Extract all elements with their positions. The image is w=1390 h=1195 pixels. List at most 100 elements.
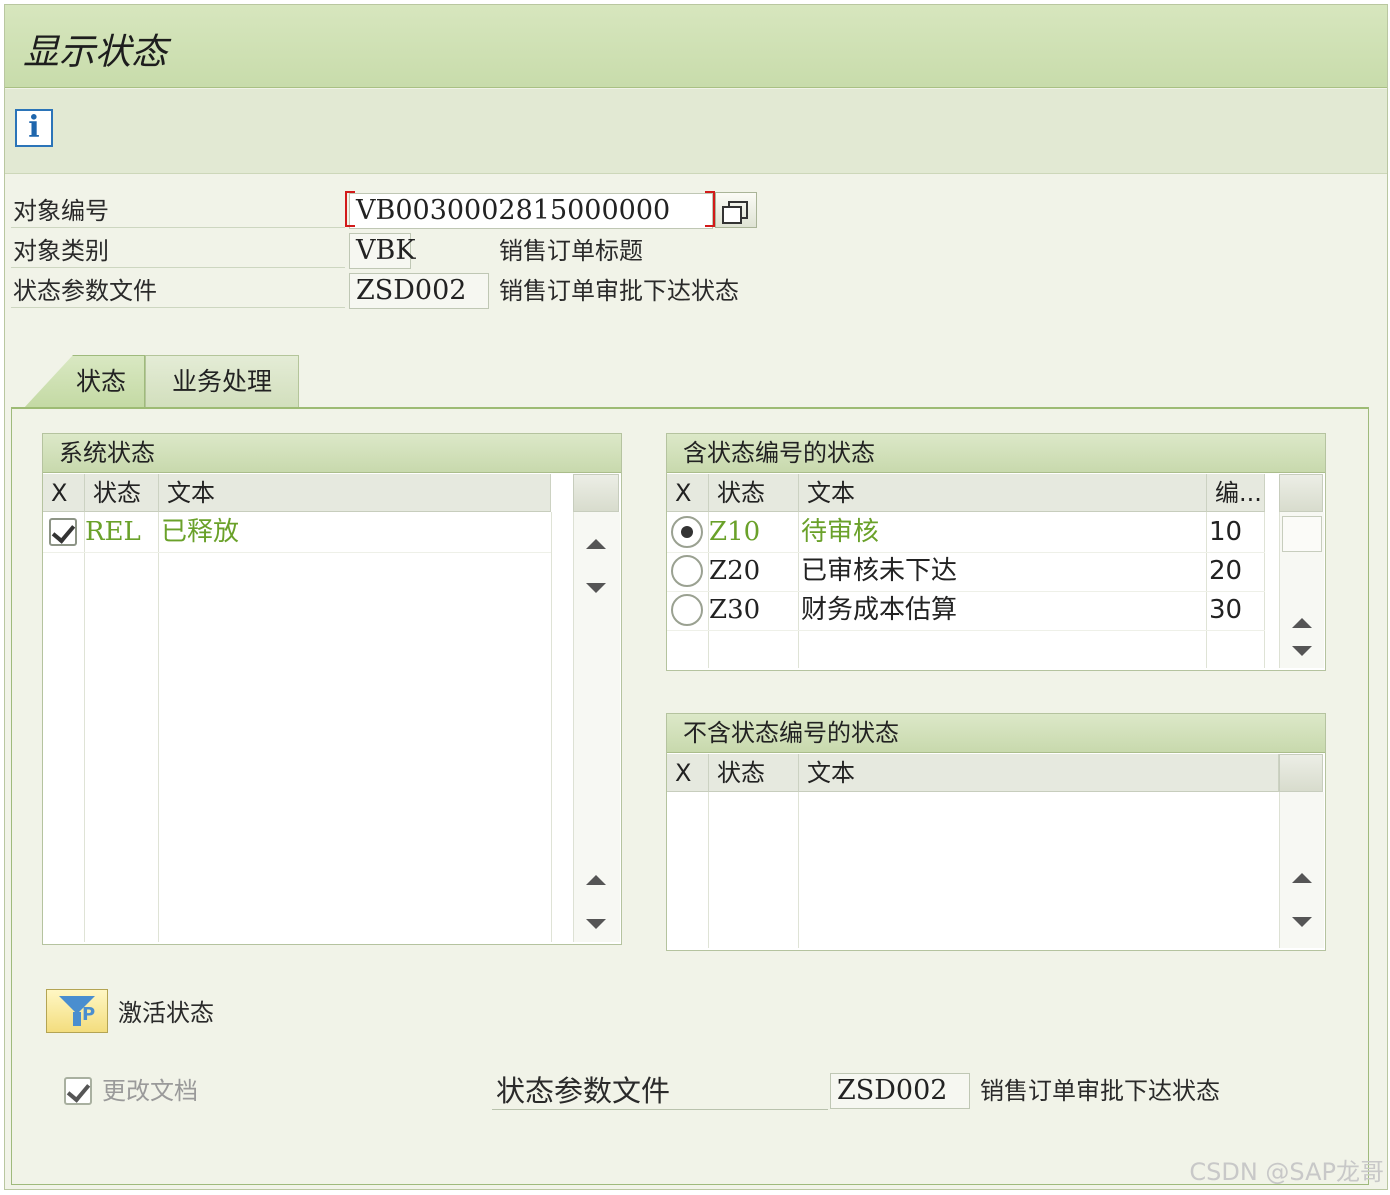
tab-panel-status: 系统状态 X 状态 文本 REL 已释放 含状态编号的状态 X 状态 文本 编.… — [11, 407, 1369, 1185]
system-status-group: 系统状态 X 状态 文本 REL 已释放 — [42, 433, 622, 945]
focus-bracket-right — [705, 191, 715, 227]
col-divider — [798, 512, 799, 668]
status-text: 已审核未下达 — [801, 556, 958, 586]
page-down-button[interactable] — [574, 904, 618, 946]
object-number-field[interactable]: VB0030002815000000 — [349, 193, 713, 229]
col-header-text[interactable]: 文本 — [799, 474, 1207, 512]
vertical-scrollbar[interactable] — [1279, 792, 1324, 948]
arrow-down-icon — [1292, 917, 1312, 927]
unnumbered-status-title: 不含状态编号的状态 — [667, 714, 1325, 753]
watermark: CSDN @SAP龙哥 — [1189, 1158, 1384, 1186]
label-underline — [11, 267, 345, 268]
footer-status-profile-desc: 销售订单审批下达状态 — [980, 1077, 1220, 1105]
status-code: Z20 — [709, 556, 761, 586]
status-text: 待审核 — [801, 517, 880, 547]
application-toolbar: i — [5, 89, 1387, 174]
col-header-text[interactable]: 文本 — [799, 754, 1279, 792]
status-number: 10 — [1209, 517, 1243, 547]
label-underline — [492, 1109, 828, 1110]
col-divider — [1206, 512, 1207, 668]
rel-checkbox[interactable] — [49, 518, 77, 546]
window-icon-front — [722, 206, 742, 224]
z30-radio[interactable] — [671, 594, 703, 626]
status-text: 财务成本估算 — [801, 595, 958, 625]
scroll-down-button[interactable] — [574, 568, 618, 610]
change-docs-label: 更改文档 — [102, 1077, 198, 1105]
unnumbered-status-group: 不含状态编号的状态 X 状态 文本 — [666, 713, 1326, 951]
change-docs-checkbox[interactable] — [64, 1077, 92, 1105]
activate-status-label: 激活状态 — [118, 999, 214, 1027]
col-header-number[interactable]: 编... — [1207, 474, 1265, 512]
row-divider — [667, 630, 1265, 631]
object-category-field: VBK — [349, 233, 416, 269]
col-divider — [708, 792, 709, 948]
vertical-scrollbar[interactable] — [1279, 512, 1324, 668]
focus-bracket-left — [345, 191, 355, 227]
status-code: Z10 — [709, 517, 761, 547]
scroll-up-button[interactable] — [574, 524, 618, 566]
filter-icon-stem — [73, 1012, 81, 1026]
arrow-down-icon — [1292, 646, 1312, 656]
sap-window: 显示状态 i 对象编号 VB0030002815000000 对象类别 VBK … — [4, 4, 1388, 1190]
arrow-up-icon — [1292, 618, 1312, 628]
col-divider — [798, 792, 799, 948]
status-code: Z30 — [709, 595, 761, 625]
col-divider — [1264, 512, 1265, 668]
page-title: 显示状态 — [23, 32, 168, 73]
col-header-x[interactable]: X — [667, 474, 709, 512]
checkmark-icon — [66, 1078, 91, 1103]
status-text: 已释放 — [161, 517, 240, 547]
scroll-up-button[interactable] — [1280, 858, 1324, 900]
table-settings-corner[interactable] — [573, 474, 619, 512]
radio-dot-icon — [681, 526, 693, 538]
arrow-down-icon — [586, 583, 606, 593]
scroll-thumb[interactable] — [1282, 516, 1322, 552]
row-divider — [43, 552, 551, 553]
info-icon[interactable]: i — [15, 109, 53, 147]
object-number-label: 对象编号 — [13, 197, 109, 225]
col-divider — [84, 512, 85, 942]
numbered-status-group: 含状态编号的状态 X 状态 文本 编... Z10 待审核 10 Z20 已审核 — [666, 433, 1326, 671]
status-profile-label: 状态参数文件 — [13, 277, 157, 305]
col-header-x[interactable]: X — [43, 474, 85, 512]
arrow-up-icon — [1292, 873, 1312, 883]
page-up-button[interactable] — [574, 860, 618, 902]
arrow-up-icon — [586, 539, 606, 549]
z20-radio[interactable] — [671, 555, 703, 587]
status-code: REL — [85, 517, 141, 547]
arrow-down-icon — [586, 919, 606, 929]
label-underline — [11, 227, 345, 228]
status-number: 30 — [1209, 595, 1243, 625]
status-number: 20 — [1209, 556, 1243, 586]
vertical-scrollbar[interactable] — [573, 512, 620, 942]
tab-status[interactable]: 状态 — [23, 355, 145, 409]
activate-status-button[interactable]: P — [46, 989, 108, 1033]
col-divider — [551, 512, 552, 942]
col-divider — [158, 512, 159, 942]
checkmark-icon — [51, 519, 76, 544]
arrow-up-icon — [586, 875, 606, 885]
system-status-title: 系统状态 — [43, 434, 621, 473]
footer-status-profile-label: 状态参数文件 — [496, 1074, 671, 1108]
col-header-status[interactable]: 状态 — [709, 474, 799, 512]
z10-radio[interactable] — [671, 516, 703, 548]
table-settings-corner[interactable] — [1279, 474, 1323, 512]
status-profile-desc: 销售订单审批下达状态 — [499, 277, 739, 305]
filter-icon-label: P — [82, 1004, 96, 1025]
object-category-label: 对象类别 — [13, 237, 109, 265]
table-settings-corner[interactable] — [1279, 754, 1323, 792]
col-header-text[interactable]: 文本 — [159, 474, 551, 512]
scroll-down-button[interactable] — [1280, 630, 1324, 666]
object-category-desc: 销售订单标题 — [499, 237, 643, 265]
footer-status-profile-field: ZSD002 — [830, 1073, 970, 1109]
col-header-status[interactable]: 状态 — [709, 754, 799, 792]
scroll-down-button[interactable] — [1280, 902, 1324, 944]
label-underline — [11, 307, 345, 308]
title-bar: 显示状态 — [5, 5, 1387, 88]
col-header-x[interactable]: X — [667, 754, 709, 792]
status-profile-field: ZSD002 — [349, 273, 489, 309]
value-help-button[interactable] — [715, 192, 757, 228]
numbered-status-title: 含状态编号的状态 — [667, 434, 1325, 473]
col-header-status[interactable]: 状态 — [85, 474, 159, 512]
tab-business-processing[interactable]: 业务处理 — [145, 355, 299, 407]
